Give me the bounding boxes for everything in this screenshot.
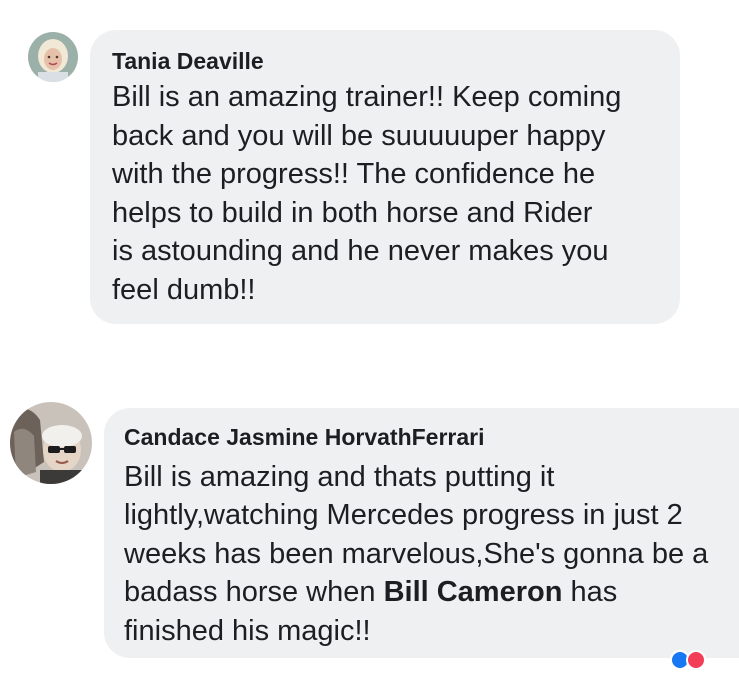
comment-text: Bill is an amazing trainer!! Keep coming… — [112, 81, 622, 306]
reactions[interactable] — [668, 648, 728, 670]
profile-photo-icon — [28, 32, 78, 82]
avatar[interactable] — [10, 402, 92, 484]
comment-bubble: Tania Deaville Bill is an amazing traine… — [90, 30, 680, 324]
comment-author[interactable]: Tania Deaville — [112, 46, 660, 76]
profile-photo-icon — [10, 402, 92, 484]
avatar[interactable] — [28, 32, 78, 82]
comment-text: Bill is amazing and thats putting it lig… — [124, 458, 739, 650]
reaction-love-icon — [686, 650, 706, 670]
comment-bubble: Candace Jasmine HorvathFerrari Bill is a… — [104, 408, 739, 658]
comment-author[interactable]: Candace Jasmine HorvathFerrari — [124, 422, 739, 452]
mention-link[interactable]: Bill Cameron — [384, 576, 563, 608]
